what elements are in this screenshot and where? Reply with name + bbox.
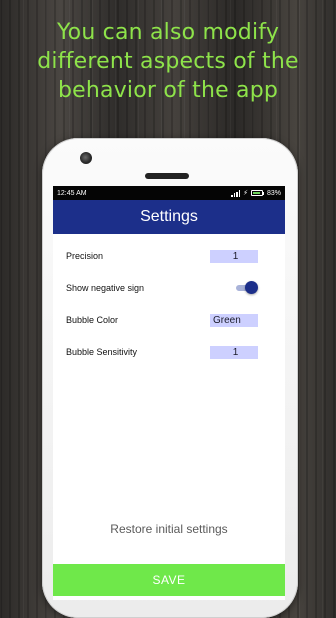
phone-screen: 12:45 AM ⚡ 83% Settings Precision 1 Show… — [53, 186, 285, 600]
toggle-thumb — [245, 281, 258, 294]
save-button[interactable]: SAVE — [53, 564, 285, 596]
promo-caption: You can also modify different aspects of… — [0, 18, 336, 105]
status-time: 12:45 AM — [57, 189, 87, 197]
precision-input[interactable]: 1 — [210, 249, 258, 263]
bubble-sensitivity-input[interactable]: 1 — [210, 345, 258, 359]
app-bar: Settings — [53, 200, 285, 234]
earpiece-speaker — [145, 173, 189, 179]
setting-row-bubble-color: Bubble Color Green — [53, 311, 285, 329]
charging-icon: ⚡ — [243, 190, 248, 197]
battery-percent: 83% — [266, 189, 281, 197]
status-icons: ⚡ 83% — [231, 189, 281, 197]
negative-sign-label: Show negative sign — [66, 283, 145, 293]
status-bar: 12:45 AM ⚡ 83% — [53, 186, 285, 200]
precision-label: Precision — [66, 251, 104, 261]
front-camera-icon — [80, 152, 92, 164]
page-title: Settings — [140, 208, 198, 225]
setting-row-negative-sign: Show negative sign — [53, 279, 285, 297]
promo-line-1: You can also modify — [56, 20, 280, 45]
restore-settings-button[interactable]: Restore initial settings — [53, 522, 285, 536]
bubble-color-select[interactable]: Green — [210, 313, 258, 327]
negative-sign-toggle[interactable] — [236, 281, 258, 295]
setting-row-precision: Precision 1 — [53, 247, 285, 265]
signal-icon — [231, 189, 241, 197]
promo-line-3: behavior of the app — [57, 78, 279, 103]
promo-line-2: different aspects of the — [37, 49, 299, 74]
battery-icon — [250, 190, 264, 196]
setting-row-bubble-sensitivity: Bubble Sensitivity 1 — [53, 343, 285, 361]
bubble-color-label: Bubble Color — [66, 315, 119, 325]
bubble-sensitivity-label: Bubble Sensitivity — [66, 347, 138, 357]
